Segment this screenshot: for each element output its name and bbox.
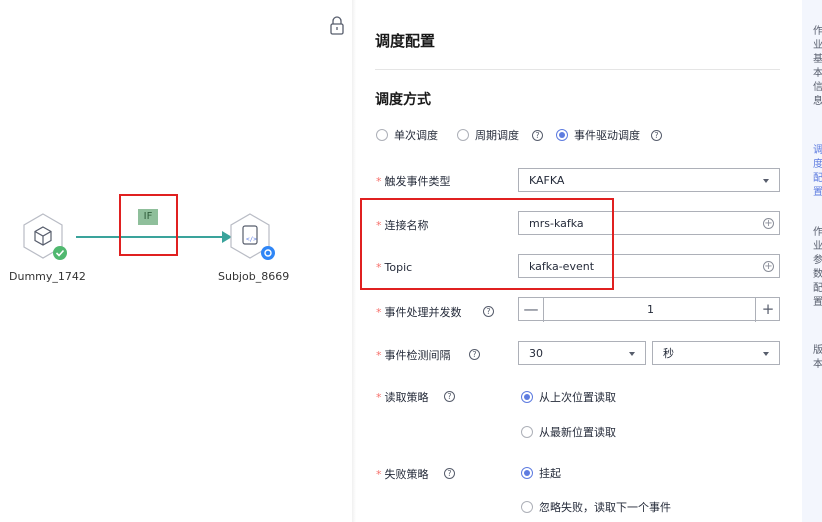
svg-text:</>: </> — [246, 236, 257, 243]
node-label-subjob: Subjob_8669 — [218, 270, 290, 283]
node-label-dummy: Dummy_1742 — [9, 270, 86, 283]
highlight-box-fields — [360, 198, 614, 290]
subjob-node-icon: </> — [230, 213, 275, 260]
flow-node-dummy[interactable] — [20, 212, 70, 262]
concurrency-value[interactable]: 1 — [647, 298, 654, 322]
radio-label-periodic: 周期调度 — [475, 129, 519, 142]
flow-node-subjob[interactable]: </> — [230, 212, 280, 262]
radio-label-suspend: 挂起 — [539, 467, 561, 480]
flow-canvas[interactable]: Dummy_1742 IF </> Subjob_8669 — [0, 0, 320, 522]
radio-read-last-position[interactable] — [521, 391, 533, 403]
dummy-node-icon — [23, 213, 67, 260]
chevron-down-icon — [763, 179, 769, 183]
radio-single-schedule[interactable] — [376, 129, 388, 141]
radio-label-ignore: 忽略失败，读取下一个事件 — [539, 501, 671, 514]
field-label-interval: * 事件检测间隔 — [376, 349, 451, 362]
add-circle-icon[interactable]: + — [763, 218, 774, 229]
help-icon[interactable]: ? — [483, 306, 494, 317]
help-icon[interactable]: ? — [651, 130, 662, 141]
help-icon[interactable]: ? — [532, 130, 543, 141]
radio-periodic-schedule[interactable] — [457, 129, 469, 141]
minus-button[interactable]: — — [519, 298, 544, 322]
concurrency-stepper[interactable]: — 1 + — [518, 297, 780, 322]
interval-unit-select[interactable]: 秒 — [652, 341, 780, 365]
interval-select[interactable]: 30 — [518, 341, 646, 365]
field-label-concurrency: * 事件处理并发数 — [376, 306, 462, 319]
radio-label-event: 事件驱动调度 — [574, 129, 640, 142]
field-label-fail-policy: * 失败策略 — [376, 468, 429, 481]
plus-button[interactable]: + — [755, 298, 780, 322]
lock-icon[interactable] — [329, 16, 345, 36]
radio-event-schedule[interactable] — [556, 129, 568, 141]
side-tab-version[interactable]: 版本 — [813, 344, 822, 374]
chevron-down-icon — [763, 352, 769, 356]
section-title: 调度方式 — [375, 92, 431, 108]
radio-read-latest-position[interactable] — [521, 426, 533, 438]
help-icon[interactable]: ? — [444, 468, 455, 479]
chevron-down-icon — [629, 352, 635, 356]
side-tab-schedule-config[interactable]: 调度配置 — [813, 144, 822, 214]
radio-label-single: 单次调度 — [394, 129, 438, 142]
radio-fail-suspend[interactable] — [521, 467, 533, 479]
side-tab-job-info[interactable]: 作业基本信息 — [813, 25, 822, 125]
highlight-box-edge — [119, 194, 178, 256]
panel-title: 调度配置 — [375, 32, 436, 50]
side-tab-job-params[interactable]: 作业参数配置 — [813, 226, 822, 326]
radio-label-read-latest: 从最新位置读取 — [539, 426, 616, 439]
field-label-event-type: * 触发事件类型 — [376, 175, 451, 188]
help-icon[interactable]: ? — [469, 349, 480, 360]
add-circle-icon[interactable]: + — [763, 261, 774, 272]
field-label-read-policy: * 读取策略 — [376, 391, 429, 404]
radio-label-read-last: 从上次位置读取 — [539, 391, 616, 404]
help-icon[interactable]: ? — [444, 391, 455, 402]
radio-fail-ignore[interactable] — [521, 501, 533, 513]
event-type-select[interactable]: KAFKA — [518, 168, 780, 192]
divider — [375, 69, 780, 70]
